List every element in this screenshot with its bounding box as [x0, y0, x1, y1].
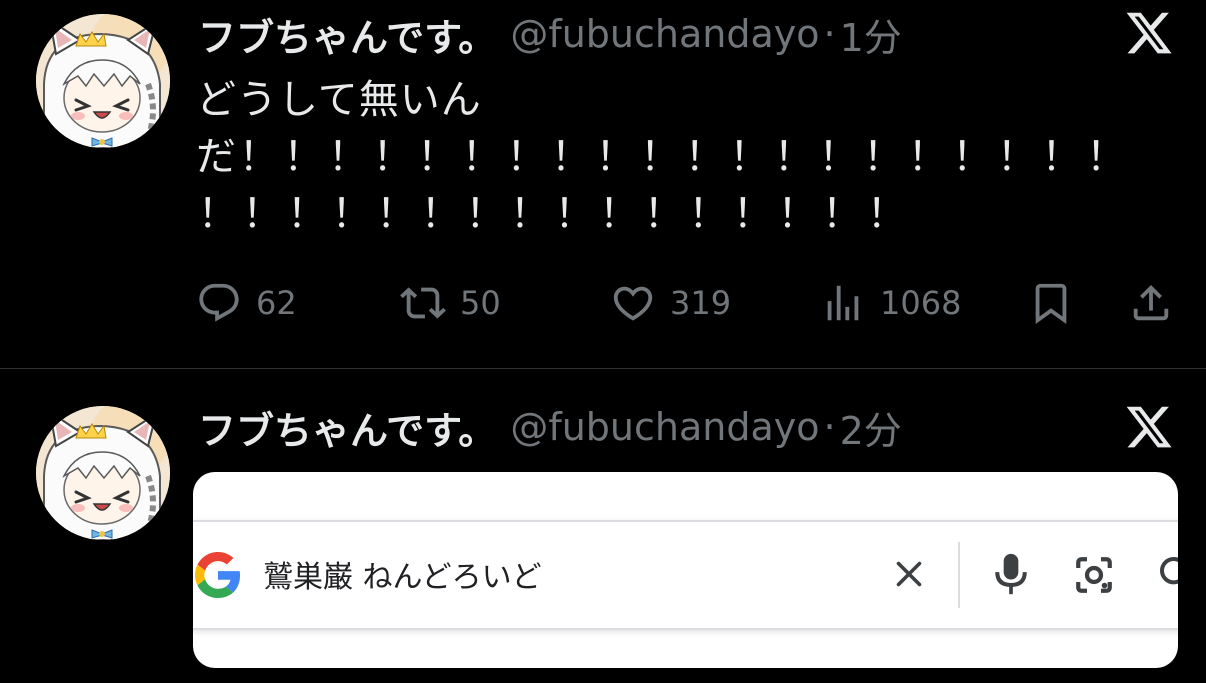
- exclamation-run: ！！！！！！！！！！！！！！！！！！！！: [237, 134, 1129, 180]
- search-divider: [958, 542, 960, 608]
- tweet[interactable]: フブちゃんです。 @fubuchandayo · 1分 どうして無いん だ！！！…: [0, 0, 1206, 368]
- exclamation-mark: ！: [729, 134, 771, 180]
- separator-dot: ·: [823, 405, 836, 449]
- like-count: 319: [670, 284, 732, 322]
- tweet[interactable]: フブちゃんです。 @fubuchandayo · 2分 鷲巣巌 ねんどろいど: [0, 369, 1206, 683]
- like-button[interactable]: 319: [610, 278, 731, 328]
- exclamation-mark: ！: [461, 134, 503, 180]
- share-button[interactable]: [1128, 278, 1174, 328]
- exclamation-mark: ！: [688, 191, 730, 237]
- display-name[interactable]: フブちゃんです。: [198, 7, 496, 62]
- exclamation-run: ！！！！！！！！！！！！！！！！: [196, 191, 910, 237]
- exclamation-mark: ！: [822, 191, 864, 237]
- exclamation-mark: ！: [684, 134, 726, 180]
- tweet-header: フブちゃんです。 @fubuchandayo · 1分: [198, 12, 902, 60]
- heart-icon: [613, 286, 653, 321]
- exclamation-mark: ！: [550, 134, 592, 180]
- x-logo-icon: [1126, 406, 1172, 448]
- view-count: 1068: [880, 284, 962, 322]
- tweet-text: どうして無いん だ！！！！！！！！！！！！！！！！！！！！ ！！！！！！！！！！…: [196, 72, 1136, 243]
- reply-button[interactable]: 62: [196, 278, 297, 328]
- avatar-image: [36, 14, 170, 148]
- tweet-text-line: どうして無いん: [196, 77, 482, 123]
- tweet-actions: 62 50 319 1068: [0, 278, 1206, 328]
- tweet-text-fragment: だ: [196, 134, 237, 180]
- user-handle[interactable]: @fubuchandayo: [510, 405, 819, 449]
- bookmark-icon: [1035, 283, 1067, 324]
- exclamation-mark: ！: [907, 134, 949, 180]
- avatar[interactable]: [36, 406, 170, 540]
- exclamation-mark: ！: [863, 134, 905, 180]
- exclamation-mark: ！: [595, 134, 637, 180]
- exclamation-mark: ！: [417, 134, 459, 180]
- exclamation-mark: ！: [372, 134, 414, 180]
- tweet-text-line: だ！！！！！！！！！！！！！！！！！！！！: [196, 129, 1136, 186]
- microphone-icon: [995, 553, 1027, 595]
- google-g-icon: [195, 552, 241, 598]
- reply-count: 62: [256, 284, 297, 322]
- exclamation-mark: ！: [286, 191, 328, 237]
- tweet-header: フブちゃんです。 @fubuchandayo · 2分: [198, 405, 902, 453]
- exclamation-mark: ！: [509, 191, 551, 237]
- exclamation-mark: ！: [1086, 134, 1128, 180]
- share-icon: [1133, 284, 1169, 321]
- exclamation-mark: ！: [327, 134, 369, 180]
- user-handle[interactable]: @fubuchandayo: [510, 12, 819, 56]
- exclamation-mark: ！: [643, 191, 685, 237]
- separator-dot: ·: [823, 12, 836, 56]
- exclamation-mark: ！: [242, 191, 284, 237]
- avatar[interactable]: [36, 14, 170, 148]
- exclamation-mark: ！: [996, 134, 1038, 180]
- retweet-icon: [400, 287, 446, 319]
- retweet-count: 50: [460, 284, 501, 322]
- exclamation-mark: ！: [640, 134, 682, 180]
- attached-image[interactable]: 鷲巣巌 ねんどろいど: [193, 472, 1178, 668]
- bar-chart-icon: [827, 285, 859, 321]
- timestamp[interactable]: 2分: [840, 400, 902, 455]
- exclamation-mark: ！: [420, 191, 462, 237]
- exclamation-mark: ！: [197, 191, 239, 237]
- exclamation-mark: ！: [238, 134, 280, 180]
- search-query: 鷲巣巌 ねんどろいど: [263, 560, 542, 595]
- exclamation-mark: ！: [866, 191, 908, 237]
- timestamp[interactable]: 1分: [840, 7, 902, 62]
- exclamation-mark: ！: [1041, 134, 1083, 180]
- tweet-text-line: ！！！！！！！！！！！！！！！！: [196, 186, 1136, 243]
- exclamation-mark: ！: [331, 191, 373, 237]
- display-name[interactable]: フブちゃんです。: [198, 400, 496, 455]
- camera-lens-icon: [1076, 557, 1112, 593]
- x-logo-icon: [1126, 12, 1172, 54]
- retweet-button[interactable]: 50: [400, 278, 501, 328]
- exclamation-mark: ！: [818, 134, 860, 180]
- views-button[interactable]: 1068: [820, 278, 961, 328]
- exclamation-mark: ！: [777, 191, 819, 237]
- bookmark-button[interactable]: [1028, 278, 1074, 328]
- exclamation-mark: ！: [599, 191, 641, 237]
- search-icon: [1160, 557, 1178, 585]
- exclamation-mark: ！: [506, 134, 548, 180]
- google-search-bar: 鷲巣巌 ねんどろいど: [193, 520, 1178, 630]
- exclamation-mark: ！: [376, 191, 418, 237]
- exclamation-mark: ！: [465, 191, 507, 237]
- exclamation-mark: ！: [283, 134, 325, 180]
- speech-bubble-icon: [199, 283, 239, 322]
- exclamation-mark: ！: [732, 191, 774, 237]
- avatar-image: [36, 406, 170, 540]
- close-icon: [896, 561, 922, 587]
- exclamation-mark: ！: [952, 134, 994, 180]
- exclamation-mark: ！: [554, 191, 596, 237]
- exclamation-mark: ！: [773, 134, 815, 180]
